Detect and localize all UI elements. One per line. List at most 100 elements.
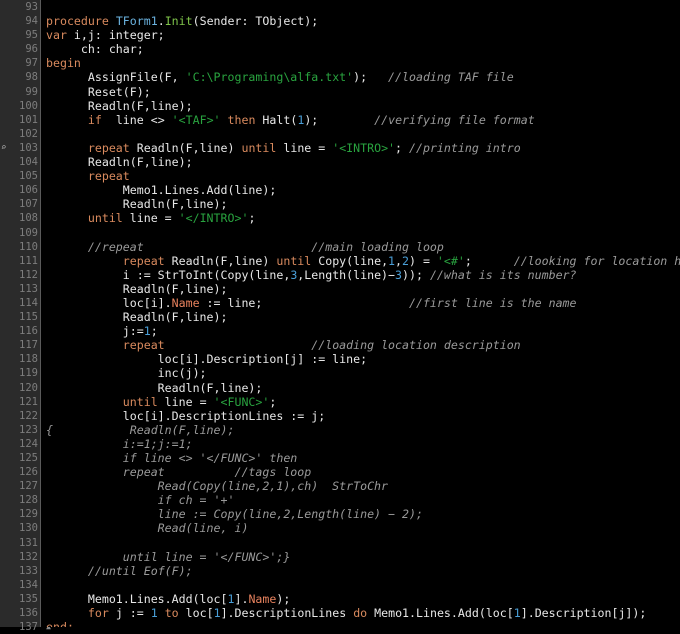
code-line-114[interactable]: loc[i].Name := line; //first line is the…: [43, 296, 680, 310]
gutter-line-116[interactable]: 116: [0, 324, 40, 338]
line-number-label: 105: [19, 170, 38, 183]
line-number-label: 111: [19, 254, 38, 267]
gutter-line-132[interactable]: 132: [0, 550, 40, 564]
gutter-line-109[interactable]: 109: [0, 226, 40, 240]
code-line-111[interactable]: repeat Readln(F,line) until Copy(line,1,…: [43, 254, 680, 268]
gutter-line-111[interactable]: 111: [0, 254, 40, 268]
code-line-132[interactable]: until line = '</FUNC>';}: [43, 550, 680, 564]
code-line-119[interactable]: inc(j);: [43, 366, 680, 380]
gutter-line-117[interactable]: 117: [0, 338, 40, 352]
gutter-line-136[interactable]: 136: [0, 606, 40, 620]
code-line-115[interactable]: Readln(F,line);: [43, 310, 680, 324]
code-line-102[interactable]: [43, 127, 680, 141]
code-line-136[interactable]: for j := 1 to loc[1].DescriptionLines do…: [43, 606, 680, 620]
gutter-line-95[interactable]: 95: [0, 28, 40, 42]
gutter-line-98[interactable]: 98: [0, 70, 40, 84]
search-marker-icon[interactable]: ⌕: [1, 141, 6, 155]
gutter-line-123[interactable]: 123: [0, 423, 40, 437]
code-line-131[interactable]: [43, 536, 680, 550]
gutter-line-135[interactable]: 135: [0, 592, 40, 606]
code-line-134[interactable]: [43, 578, 680, 592]
code-line-120[interactable]: Readln(F,line);: [43, 381, 680, 395]
code-line-97[interactable]: begin: [43, 56, 680, 70]
code-line-118[interactable]: loc[i].Description[j] := line;: [43, 352, 680, 366]
gutter-line-118[interactable]: 118: [0, 352, 40, 366]
gutter-line-127[interactable]: 127: [0, 479, 40, 493]
code-line-105[interactable]: repeat: [43, 169, 680, 183]
line-number-label: 116: [19, 325, 38, 338]
gutter-line-103[interactable]: ⌕ 103: [0, 141, 40, 155]
code-line-117[interactable]: repeat //loading location description: [43, 338, 680, 352]
code-line-124[interactable]: i:=1;j:=1;: [43, 437, 680, 451]
code-line-129[interactable]: line := Copy(line,2,Length(line) − 2);: [43, 507, 680, 521]
code-line-108[interactable]: until line = '</INTRO>';: [43, 211, 680, 225]
gutter-line-126[interactable]: 126: [0, 465, 40, 479]
gutter-line-133[interactable]: 133: [0, 564, 40, 578]
gutter-line-96[interactable]: 96: [0, 42, 40, 56]
code-content-area[interactable]: procedure TForm1.Init(Sender: TObject); v…: [43, 0, 680, 627]
gutter-line-104[interactable]: 104: [0, 155, 40, 169]
code-line-121[interactable]: until line = '<FUNC>';: [43, 395, 680, 409]
code-line-125[interactable]: if line <> '</FUNC>' then: [43, 451, 680, 465]
gutter-line-128[interactable]: 128: [0, 493, 40, 507]
code-line-112[interactable]: i := StrToInt(Copy(line,3,Length(line)−3…: [43, 268, 680, 282]
code-line-133[interactable]: //until Eof(F);: [43, 564, 680, 578]
line-number-gutter[interactable]: 9394▼9596979899100101102 ⌕ 103 104105106107…: [0, 0, 51, 633]
gutter-line-107[interactable]: 107: [0, 197, 40, 211]
gutter-line-131[interactable]: 131: [0, 536, 40, 550]
code-line-98[interactable]: AssignFile(F, 'C:\Programing\alfa.txt');…: [43, 70, 680, 84]
gutter-line-119[interactable]: 119: [0, 366, 40, 380]
gutter-line-122[interactable]: 122: [0, 409, 40, 423]
gutter-line-100[interactable]: 100: [0, 99, 40, 113]
gutter-line-97[interactable]: 97: [0, 56, 40, 70]
code-line-126[interactable]: repeat //tags loop: [43, 465, 680, 479]
gutter-line-115[interactable]: 115: [0, 310, 40, 324]
gutter-line-137[interactable]: 137▲: [0, 620, 51, 634]
code-line-135[interactable]: Memo1.Lines.Add(loc[1].Name);: [43, 592, 680, 606]
gutter-line-101[interactable]: 101: [0, 113, 40, 127]
gutter-line-110[interactable]: 110: [0, 240, 40, 254]
code-line-96[interactable]: ch: char;: [43, 42, 680, 56]
gutter-line-112[interactable]: 112: [0, 268, 40, 282]
gutter-line-94[interactable]: 94▼: [0, 14, 51, 28]
gutter-line-113[interactable]: 113: [0, 282, 40, 296]
code-line-128[interactable]: if ch = '+': [43, 493, 680, 507]
code-line-104[interactable]: Readln(F,line);: [43, 155, 680, 169]
code-line-116[interactable]: j:=1;: [43, 324, 680, 338]
code-line-95[interactable]: var i,j: integer;: [43, 28, 680, 42]
gutter-line-102[interactable]: 102: [0, 127, 40, 141]
token-pl: ;: [269, 394, 277, 409]
gutter-line-93[interactable]: 93: [0, 0, 40, 14]
gutter-line-134[interactable]: 134: [0, 578, 40, 592]
gutter-line-130[interactable]: 130: [0, 521, 40, 535]
code-line-101[interactable]: if line <> '<TAF>' then Halt(1); //verif…: [43, 113, 680, 127]
code-line-103[interactable]: repeat Readln(F,line) until line = '<INT…: [43, 141, 680, 155]
gutter-line-106[interactable]: 106: [0, 183, 40, 197]
code-line-137[interactable]: end;: [43, 620, 680, 627]
gutter-line-124[interactable]: 124: [0, 437, 40, 451]
token-kw: begin: [46, 56, 81, 71]
code-line-113[interactable]: Readln(F,line);: [43, 282, 680, 296]
code-line-100[interactable]: Readln(F,line);: [43, 99, 680, 113]
code-line-107[interactable]: Readln(F,line);: [43, 197, 680, 211]
code-line-130[interactable]: Read(line, i): [43, 521, 680, 535]
code-line-93[interactable]: [43, 0, 680, 14]
code-line-106[interactable]: Memo1.Lines.Add(line);: [43, 183, 680, 197]
code-line-122[interactable]: loc[i].DescriptionLines := j;: [43, 409, 680, 423]
gutter-line-121[interactable]: 121: [0, 395, 40, 409]
gutter-line-105[interactable]: 105: [0, 169, 40, 183]
gutter-line-125[interactable]: 125: [0, 451, 40, 465]
gutter-line-129[interactable]: 129: [0, 507, 40, 521]
gutter-line-99[interactable]: 99: [0, 85, 40, 99]
code-editor[interactable]: 9394▼9596979899100101102 ⌕ 103 104105106107…: [0, 0, 680, 633]
line-number-label: 135: [19, 592, 38, 605]
code-line-94[interactable]: procedure TForm1.Init(Sender: TObject);: [43, 14, 680, 28]
code-line-109[interactable]: [43, 226, 680, 240]
code-line-123[interactable]: { Readln(F,line);: [43, 423, 680, 437]
gutter-line-108[interactable]: 108: [0, 211, 40, 225]
code-line-127[interactable]: Read(Copy(line,2,1),ch) StrToChr: [43, 479, 680, 493]
gutter-line-120[interactable]: 120: [0, 381, 40, 395]
code-line-110[interactable]: //repeat //main loading loop: [43, 240, 680, 254]
gutter-line-114[interactable]: 114: [0, 296, 40, 310]
code-line-99[interactable]: Reset(F);: [43, 85, 680, 99]
